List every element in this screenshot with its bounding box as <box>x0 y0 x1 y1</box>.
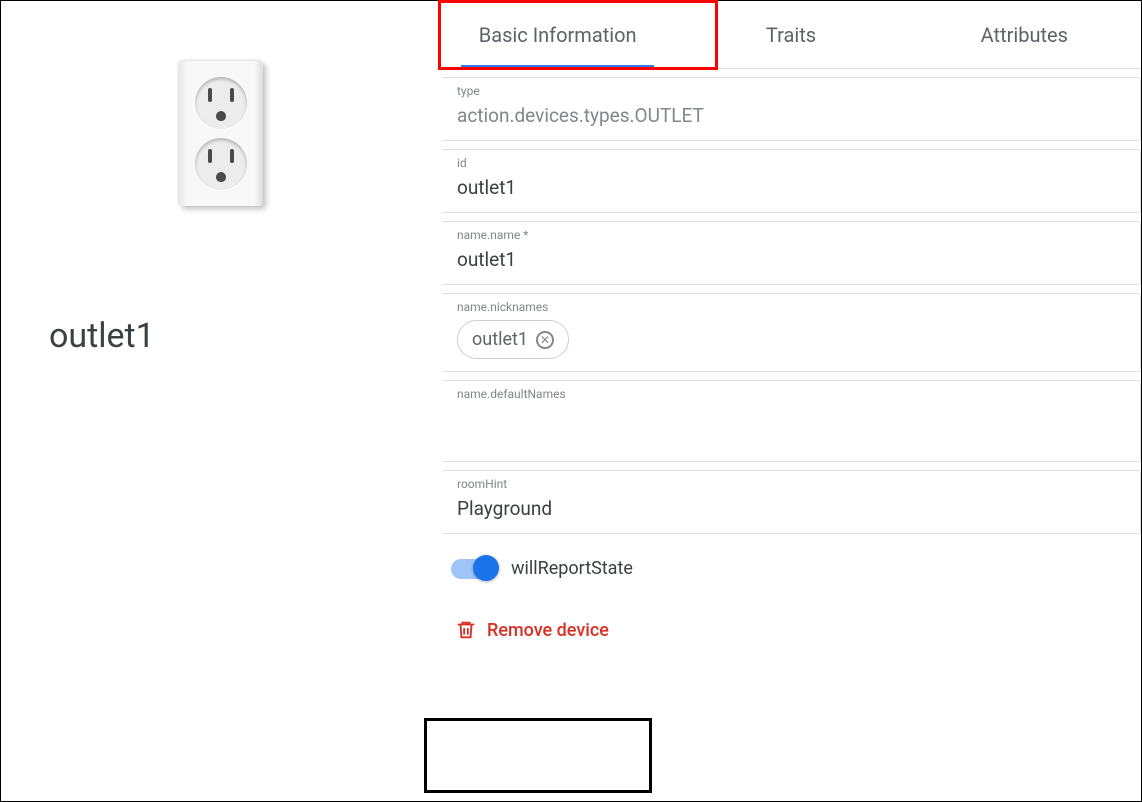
field-label: roomHint <box>457 477 1124 491</box>
tab-label: Basic Information <box>479 23 637 47</box>
device-outlet-image <box>179 61 263 206</box>
main-panel: Basic Information Traits Attributes type… <box>441 1 1141 801</box>
chip-label: outlet1 <box>472 329 528 350</box>
field-value: outlet1 <box>457 176 1124 200</box>
field-roomhint[interactable]: roomHint Playground <box>441 470 1141 534</box>
will-report-state-toggle[interactable] <box>451 559 497 579</box>
field-label: name.nicknames <box>457 300 1124 314</box>
field-label: type <box>457 84 1124 98</box>
field-type[interactable]: type action.devices.types.OUTLET <box>441 77 1141 141</box>
tabs: Basic Information Traits Attributes <box>441 1 1141 69</box>
toggle-label: willReportState <box>511 558 633 579</box>
device-sidebar: outlet1 <box>1 1 441 801</box>
field-label: name.defaultNames <box>457 387 1124 401</box>
tab-traits[interactable]: Traits <box>674 1 907 68</box>
tab-attributes[interactable]: Attributes <box>908 1 1141 68</box>
tab-label: Traits <box>766 23 816 47</box>
field-value <box>457 407 1124 431</box>
field-name-name[interactable]: name.name * outlet1 <box>441 221 1141 285</box>
field-id[interactable]: id outlet1 <box>441 149 1141 213</box>
field-value: outlet1 <box>457 248 1124 272</box>
remove-device-button[interactable]: Remove device <box>441 595 1141 665</box>
tab-basic-information[interactable]: Basic Information <box>441 1 674 68</box>
device-title: outlet1 <box>49 316 155 356</box>
field-label: name.name * <box>457 228 1124 242</box>
tab-label: Attributes <box>981 23 1068 47</box>
field-value: outlet1 ✕ <box>457 320 1124 359</box>
trash-icon <box>455 619 477 641</box>
field-value: Playground <box>457 497 1124 521</box>
remove-chip-icon[interactable]: ✕ <box>536 331 554 349</box>
remove-device-label: Remove device <box>487 620 609 641</box>
basic-info-form: type action.devices.types.OUTLET id outl… <box>441 69 1141 665</box>
will-report-state-row: willReportState <box>441 542 1141 595</box>
field-value: action.devices.types.OUTLET <box>457 104 1124 128</box>
field-label: id <box>457 156 1124 170</box>
field-name-defaultnames[interactable]: name.defaultNames <box>441 380 1141 462</box>
nickname-chip[interactable]: outlet1 ✕ <box>457 320 569 359</box>
field-name-nicknames[interactable]: name.nicknames outlet1 ✕ <box>441 293 1141 372</box>
